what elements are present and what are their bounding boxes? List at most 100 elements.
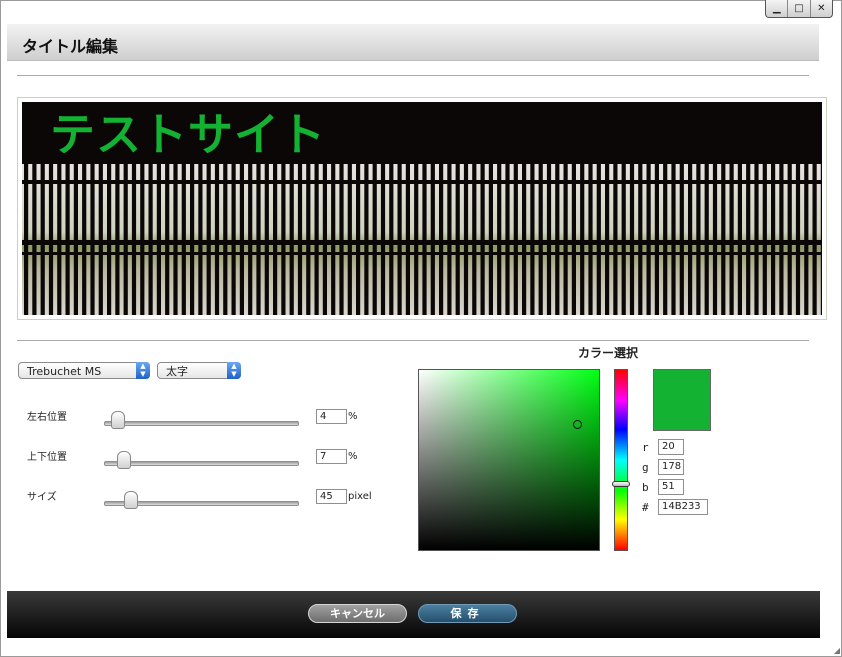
fence-slat (762, 164, 767, 315)
fence-slat (729, 164, 734, 315)
fence-slat (754, 164, 759, 315)
vertical-position-input[interactable]: 7 (316, 449, 347, 464)
fence-slat (621, 164, 626, 315)
vertical-position-unit: % (348, 451, 358, 462)
fence-slat (148, 164, 153, 315)
window-controls: ▁ □ ✕ (765, 0, 833, 18)
color-swatch (653, 369, 711, 431)
fence-slat (380, 164, 386, 315)
fence-slat (546, 164, 552, 315)
fence-slat (571, 164, 576, 315)
fence-slat (704, 164, 709, 315)
fence-slat (588, 164, 593, 315)
divider-top (17, 75, 809, 76)
fence-slat (414, 164, 419, 315)
hue-handle[interactable] (612, 481, 630, 487)
fence-slat (488, 164, 493, 315)
resize-grip-icon[interactable]: ◢ (834, 646, 840, 655)
size-handle[interactable] (123, 491, 138, 509)
fence-slat (57, 164, 62, 315)
vertical-position-track[interactable] (104, 461, 299, 466)
fence-slat (530, 164, 535, 315)
fence-slat (679, 164, 684, 315)
blue-label: b (642, 481, 649, 494)
font-family-value: Trebuchet MS (27, 365, 102, 378)
fence-slat (439, 164, 444, 315)
fence-slat (115, 164, 120, 315)
fence-slat (497, 164, 502, 315)
chevron-updown-icon: ▲ ▼ (136, 362, 150, 379)
fence-slat (638, 164, 643, 315)
fence-slat (198, 164, 203, 315)
fence-slat (281, 164, 286, 315)
size-unit: pixel (348, 491, 372, 502)
fence-slat (397, 164, 402, 315)
fence-slat (248, 164, 253, 315)
blue-input[interactable]: 51 (658, 479, 684, 495)
hex-input[interactable]: 14B233 (658, 499, 708, 515)
fence-slat (40, 164, 45, 315)
fence-slat (264, 164, 269, 315)
size-label: サイズ (27, 492, 57, 503)
fence-slat (306, 164, 311, 315)
horizontal-position-input[interactable]: 4 (316, 409, 347, 424)
fence-slat (771, 164, 776, 315)
save-button[interactable]: 保存 (418, 604, 517, 623)
title-bar: タイトル編集 (7, 24, 819, 61)
fence-slat (65, 164, 70, 315)
banner-image: テストサイト (22, 102, 822, 315)
fence-slat (688, 164, 693, 315)
cancel-button[interactable]: キャンセル (308, 604, 407, 623)
red-input[interactable]: 20 (658, 439, 684, 455)
fence-slat (812, 164, 817, 315)
fence-slat (746, 164, 751, 315)
maximize-icon[interactable]: □ (787, 0, 809, 17)
minimize-icon[interactable]: ▁ (766, 0, 787, 17)
fence-slat (696, 164, 701, 315)
font-weight-select[interactable]: 太字 ▲ ▼ (157, 362, 241, 379)
fence-slat (555, 164, 560, 315)
hex-label: # (642, 501, 649, 514)
fence-slat (239, 164, 244, 315)
saturation-value-field[interactable] (418, 369, 600, 551)
fence-slat (107, 164, 112, 315)
close-icon[interactable]: ✕ (809, 0, 832, 17)
fence-slat (522, 164, 527, 315)
fence-slat (563, 164, 568, 315)
fence-slat (231, 164, 236, 315)
vertical-position-handle[interactable] (116, 451, 131, 469)
fence-slat (671, 164, 676, 315)
fence-slat (223, 164, 228, 315)
fence-slat (605, 164, 610, 315)
fence-slat (322, 164, 327, 315)
fence-slat (347, 164, 352, 315)
size-input[interactable]: 45 (316, 489, 347, 504)
fence-slat (214, 164, 220, 315)
fence-slat (721, 164, 726, 315)
fence-slat (48, 164, 54, 315)
color-cursor[interactable] (573, 420, 582, 429)
hue-slider[interactable] (614, 369, 628, 551)
color-picker-heading: カラー選択 (578, 346, 639, 360)
green-input[interactable]: 178 (658, 459, 684, 475)
horizontal-position-track[interactable] (104, 421, 299, 426)
fence-slat (173, 164, 178, 315)
horizontal-position-handle[interactable] (111, 411, 126, 429)
fence-slat (663, 164, 668, 315)
fence-slat (447, 164, 452, 315)
fence-slat (505, 164, 510, 315)
fence-slat (181, 164, 186, 315)
banner-title-text: テストサイト (50, 108, 327, 161)
font-family-select[interactable]: Trebuchet MS ▲ ▼ (18, 362, 150, 379)
font-weight-value: 太字 (166, 365, 188, 378)
fence-slat (646, 164, 651, 315)
fence-slat (804, 164, 809, 315)
fence-slat (820, 164, 822, 315)
fence-slat (795, 164, 801, 315)
divider-middle (17, 340, 809, 341)
fence-slat (712, 164, 718, 315)
fence-slat (140, 164, 145, 315)
fence-slat (480, 164, 485, 315)
fence-slat (82, 164, 87, 315)
fence-slat (513, 164, 518, 315)
